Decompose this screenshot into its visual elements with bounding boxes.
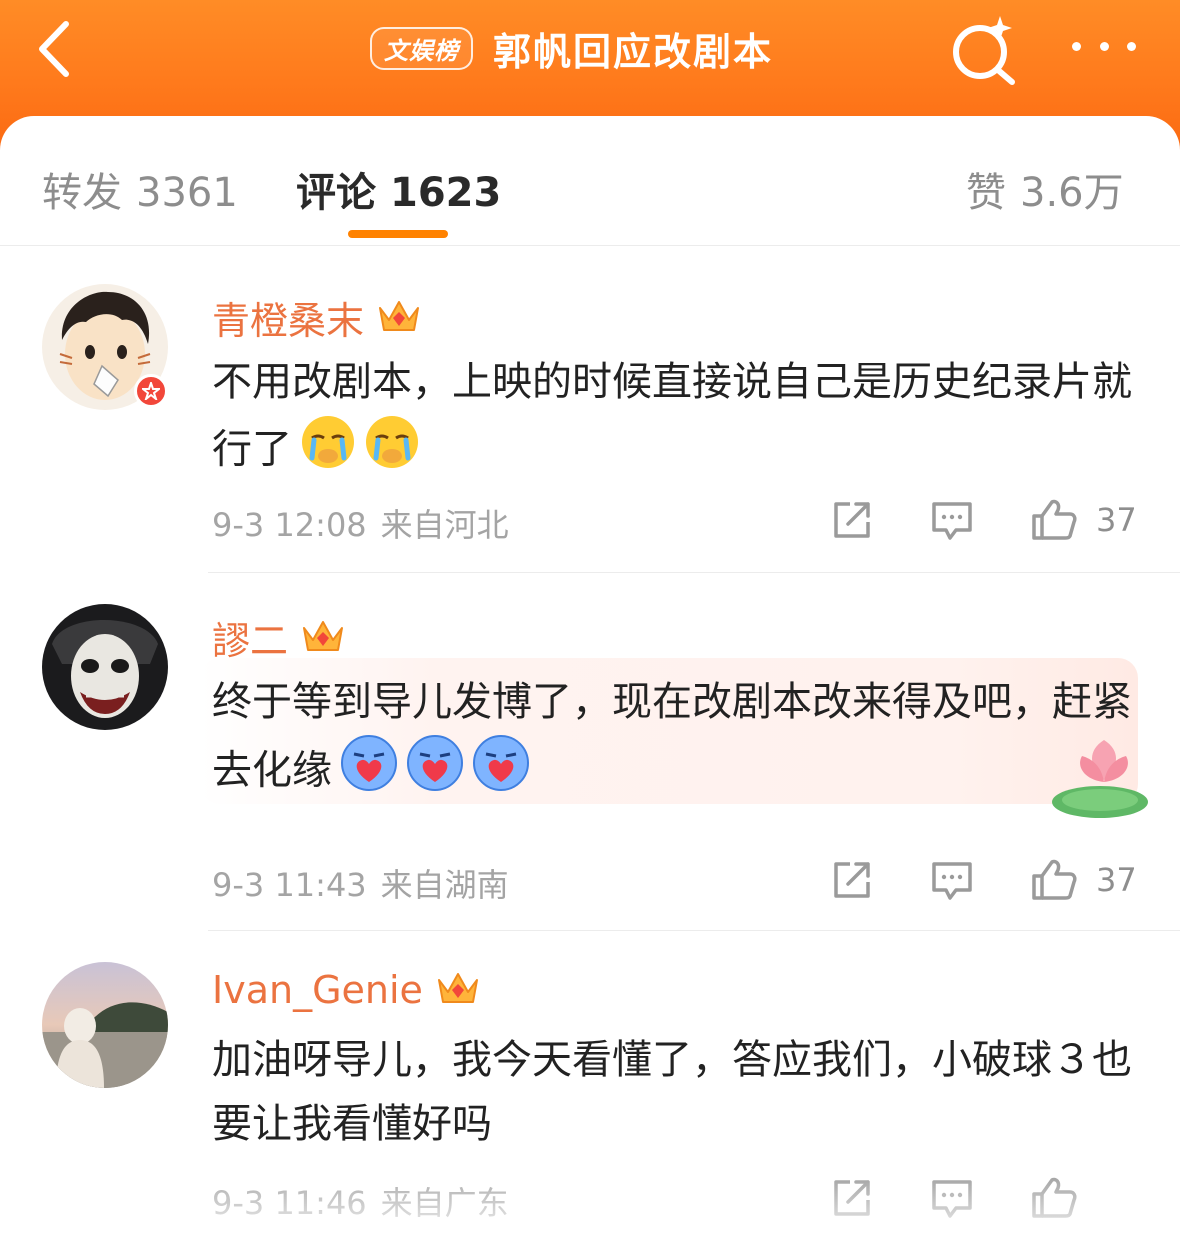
avatar[interactable]: [42, 604, 168, 730]
tab-comment[interactable]: 评论 1623: [296, 160, 501, 218]
comment-icon: [932, 1180, 972, 1218]
share-icon: [834, 862, 870, 898]
comment-location: 来自河北: [380, 506, 509, 544]
comment-header: 謬二: [212, 610, 346, 665]
divider: [208, 572, 1180, 573]
crying-face-emoji: [300, 414, 356, 489]
page-title: 郭帆回应改剧本: [493, 29, 774, 74]
share-button[interactable]: [830, 1176, 874, 1224]
more-dot-icon: [1072, 41, 1081, 51]
comment-header: 青橙桑末: [212, 290, 422, 345]
back-button[interactable]: [26, 14, 86, 84]
like-button[interactable]: 37: [1030, 498, 1137, 542]
comment-time: 9-3 11:43: [212, 866, 367, 904]
search-button[interactable]: [948, 12, 1022, 86]
more-dot-icon: [1099, 41, 1109, 51]
heart-hug-emoji: [340, 734, 398, 811]
username[interactable]: 青橙桑末: [212, 290, 364, 345]
share-icon: [834, 502, 870, 538]
tab-like-count: 3.6万: [1020, 170, 1124, 216]
thumbs-up-icon: [1032, 859, 1077, 900]
crown-vip-icon: [300, 616, 346, 660]
chevron-left-icon: [39, 21, 69, 77]
like-button[interactable]: 37: [1030, 858, 1137, 902]
like-button[interactable]: [1030, 1176, 1096, 1220]
more-dot-icon: [1127, 41, 1136, 51]
like-count: 37: [1096, 501, 1137, 539]
tab-like-label: 赞: [966, 170, 1006, 216]
thumbs-up-icon: [1032, 499, 1077, 540]
verified-badge-icon: [134, 374, 168, 408]
comment-location: 来自湖南: [380, 866, 509, 904]
comment-body: 加油呀导儿，我今天看懂了，答应我们，小破球３也要让我看懂好吗: [212, 1037, 1132, 1147]
share-icon: [834, 1180, 870, 1216]
like-count: 37: [1096, 861, 1137, 899]
tab-repost-label: 转发: [42, 170, 122, 216]
share-button[interactable]: [830, 498, 874, 546]
comment-icon: [932, 862, 972, 900]
comment-icon: [932, 502, 972, 540]
heart-hug-emoji: [472, 734, 530, 811]
tab-repost[interactable]: 转发 3361: [42, 160, 238, 218]
reply-button[interactable]: [930, 858, 974, 906]
thumbs-up-icon: [1032, 1177, 1077, 1218]
reply-button[interactable]: [930, 1176, 974, 1224]
tab-comment-label: 评论: [296, 170, 376, 216]
lotus-decoration-icon: [1048, 736, 1160, 828]
comment-meta: 9-3 11:46 来自广东: [212, 1178, 509, 1224]
crown-vip-icon: [376, 296, 422, 340]
reply-button[interactable]: [930, 498, 974, 546]
comment-time: 9-3 11:46: [212, 1184, 367, 1222]
tab-comment-count: 1623: [390, 170, 502, 216]
divider: [208, 930, 1180, 931]
crown-vip-icon: [435, 968, 481, 1012]
tab-bar: 转发 3361 评论 1623 赞 3.6万: [0, 116, 1180, 246]
comment-text: 终于等到导儿发博了，现在改剧本改来得及吧，赶紧去化缘: [212, 670, 1132, 811]
comment-location: 来自广东: [380, 1184, 509, 1222]
search-sparkle-icon: [953, 16, 1015, 85]
comment-actions: 37: [826, 498, 1146, 544]
avatar[interactable]: [42, 962, 168, 1088]
comment-meta: 9-3 11:43 来自湖南: [212, 860, 509, 906]
comment-header: Ivan_Genie: [212, 968, 481, 1012]
tab-repost-count: 3361: [136, 170, 238, 216]
comment-time: 9-3 12:08: [212, 506, 367, 544]
comment-text: 加油呀导儿，我今天看懂了，答应我们，小破球３也要让我看懂好吗: [212, 1028, 1132, 1156]
active-tab-indicator: [348, 230, 448, 238]
hot-list-tag[interactable]: 文娱榜: [370, 26, 473, 70]
comment-actions: 37: [826, 858, 1146, 904]
comment-meta: 9-3 12:08 来自河北: [212, 500, 509, 546]
comment-text: 不用改剧本，上映的时候直接说自己是历史纪录片就行了: [212, 350, 1132, 489]
more-button[interactable]: [1066, 30, 1142, 62]
heart-hug-emoji: [406, 734, 464, 811]
share-button[interactable]: [830, 858, 874, 906]
tab-like[interactable]: 赞 3.6万: [966, 160, 1124, 218]
comment-actions: [826, 1176, 1146, 1222]
title-area: 文娱榜 郭帆回应改剧本: [370, 18, 773, 78]
username[interactable]: Ivan_Genie: [212, 968, 423, 1012]
crying-face-emoji: [364, 414, 420, 489]
username[interactable]: 謬二: [212, 610, 288, 665]
